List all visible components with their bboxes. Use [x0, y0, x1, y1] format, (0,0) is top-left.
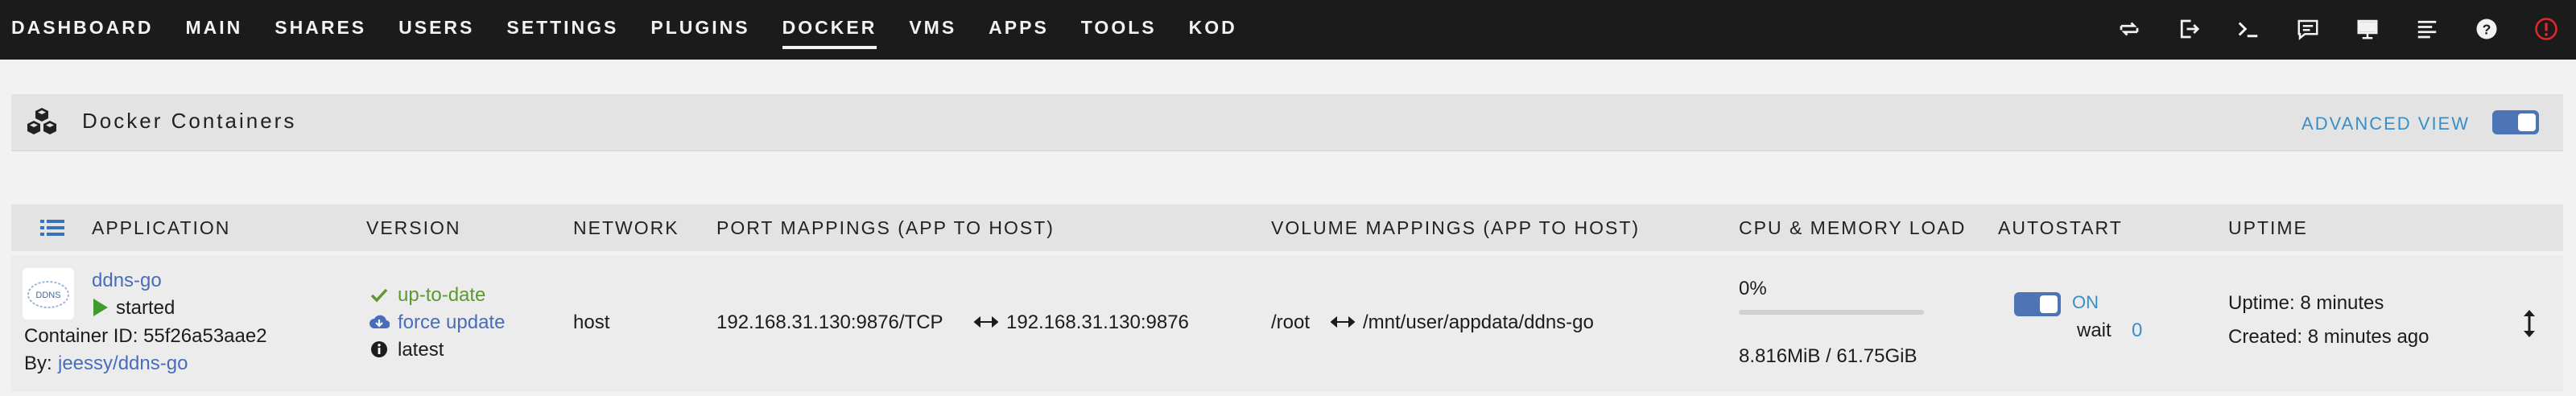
cloud-download-icon — [369, 315, 390, 329]
port-arrow-icon — [974, 316, 998, 328]
autostart-toggle[interactable] — [2014, 292, 2061, 316]
column-volume-mappings[interactable]: VOLUME MAPPINGS (APP TO HOST) — [1271, 217, 1640, 239]
alert-icon[interactable] — [2533, 15, 2560, 43]
nav-tools[interactable]: TOOLS — [1081, 0, 1157, 60]
autostart-state: ON — [2072, 292, 2099, 312]
container-state: started — [116, 297, 175, 319]
nav-users[interactable]: USERS — [398, 0, 474, 60]
drag-handle-icon[interactable] — [2521, 308, 2537, 339]
wait-value-input[interactable]: 0 — [2132, 320, 2142, 342]
nav-docker[interactable]: DOCKER — [782, 0, 877, 60]
advanced-view-label[interactable]: ADVANCED VIEW — [2301, 113, 2470, 134]
docker-containers-header: Docker Containers ADVANCED VIEW — [11, 94, 2563, 151]
nav-apps[interactable]: APPS — [989, 0, 1049, 60]
memory-usage: 8.816MiB / 61.75GiB — [1739, 345, 1918, 367]
nav-settings[interactable]: SETTINGS — [506, 0, 618, 60]
wait-label: wait — [2077, 320, 2112, 341]
list-view-icon[interactable] — [40, 218, 64, 237]
volume-host: /mnt/user/appdata/ddns-go — [1363, 311, 1594, 333]
play-icon — [93, 299, 108, 316]
image-tag: latest — [398, 339, 444, 361]
column-network[interactable]: NETWORK — [573, 217, 679, 239]
nav-vms[interactable]: VMS — [909, 0, 956, 60]
top-navigation-bar: DASHBOARD MAIN SHARES USERS SETTINGS PLU… — [0, 0, 2576, 60]
force-update-link[interactable]: force update — [398, 311, 505, 334]
created-text: Created: 8 minutes ago — [2228, 326, 2429, 348]
column-uptime[interactable]: UPTIME — [2228, 217, 2308, 239]
nav-kod[interactable]: KOD — [1189, 0, 1237, 60]
feedback-icon[interactable] — [2294, 15, 2322, 43]
volume-app: /root — [1271, 311, 1311, 333]
nav-plugins[interactable]: PLUGINS — [650, 0, 749, 60]
column-application[interactable]: APPLICATION — [92, 217, 230, 239]
app-name-link[interactable]: ddns-go — [92, 270, 162, 292]
version-status: up-to-date — [398, 284, 486, 306]
info-icon — [371, 341, 387, 357]
main-menu: DASHBOARD MAIN SHARES USERS SETTINGS PLU… — [11, 0, 1269, 60]
uptime-text: Uptime: 8 minutes — [2228, 292, 2384, 314]
table-row: DDNS ddns-go started Container ID: 55f26… — [11, 255, 2563, 392]
cpu-usage: 0% — [1739, 278, 1767, 299]
refresh-icon[interactable] — [2116, 15, 2143, 43]
column-autostart[interactable]: AUTOSTART — [1998, 217, 2123, 239]
cubes-icon — [27, 108, 56, 134]
nav-shares[interactable]: SHARES — [275, 0, 366, 60]
cpu-progress-bar — [1739, 310, 1924, 315]
svg-text:?: ? — [2483, 21, 2491, 37]
column-version[interactable]: VERSION — [366, 217, 461, 239]
help-icon[interactable]: ? — [2473, 15, 2500, 43]
toggle-knob — [2518, 113, 2536, 131]
network-mode: host — [573, 311, 610, 333]
monitor-icon[interactable] — [2354, 15, 2381, 43]
app-logo[interactable]: DDNS — [23, 268, 74, 320]
port-host: 192.168.31.130:9876 — [1006, 311, 1189, 333]
log-icon[interactable] — [2413, 15, 2441, 43]
column-cpu-memory-load[interactable]: CPU & MEMORY LOAD — [1739, 217, 1966, 239]
terminal-icon[interactable] — [2235, 15, 2262, 43]
page-title: Docker Containers — [82, 109, 297, 133]
nav-main[interactable]: MAIN — [186, 0, 243, 60]
app-logo-text: DDNS — [35, 291, 60, 300]
author-link[interactable]: jeessy/ddns-go — [58, 353, 188, 375]
nav-icon-toolbar: ? — [2083, 13, 2560, 45]
toggle-knob — [2040, 295, 2058, 313]
port-app: 192.168.31.130:9876/TCP — [716, 311, 943, 333]
container-id: Container ID: 55f26a53aae2 — [24, 325, 267, 347]
advanced-view-toggle[interactable] — [2492, 110, 2539, 134]
column-port-mappings[interactable]: PORT MAPPINGS (APP TO HOST) — [716, 217, 1055, 239]
logout-icon[interactable] — [2175, 15, 2202, 43]
check-icon — [370, 288, 388, 303]
volume-arrow-icon — [1331, 316, 1355, 328]
containers-table-header: APPLICATION VERSION NETWORK PORT MAPPING… — [11, 204, 2563, 251]
author-label: By: — [24, 353, 52, 374]
nav-dashboard[interactable]: DASHBOARD — [11, 0, 154, 60]
